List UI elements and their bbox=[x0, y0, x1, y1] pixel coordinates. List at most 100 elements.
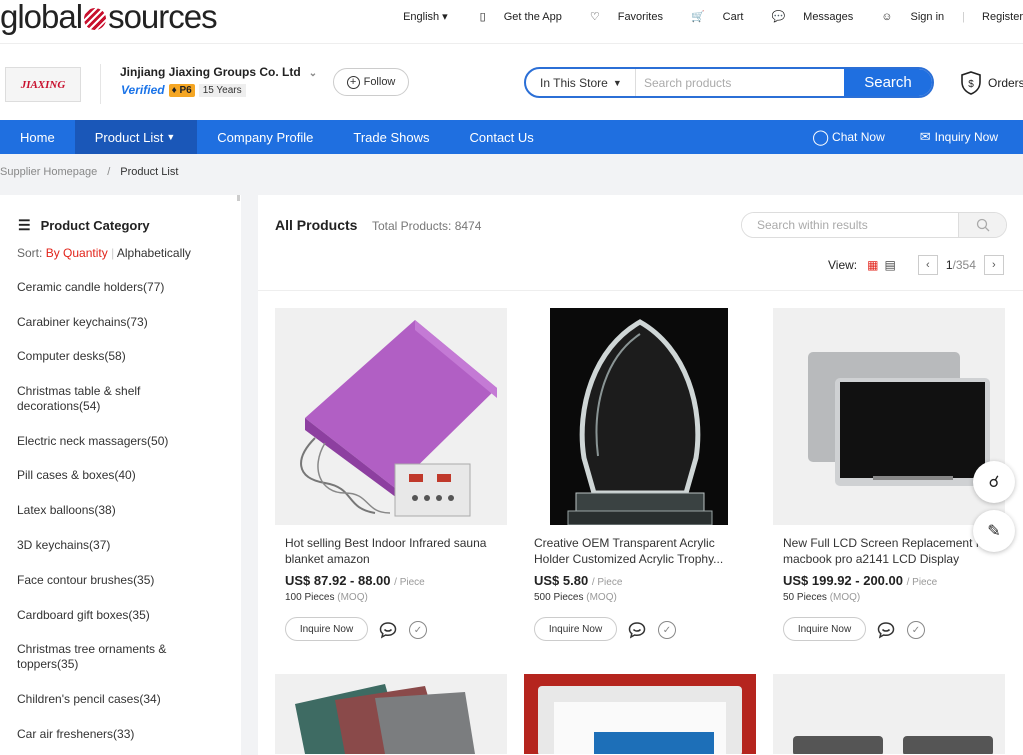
product-title[interactable]: Creative OEM Transparent Acrylic Holder … bbox=[534, 535, 749, 567]
category-item[interactable]: Computer desks(58) bbox=[17, 349, 217, 364]
edit-icon: ✎ bbox=[987, 523, 1001, 540]
product-moq: 100 Pieces (MOQ) bbox=[285, 592, 368, 603]
moq-label: (MOQ) bbox=[586, 592, 617, 603]
chevron-left-icon: ‹ bbox=[925, 259, 930, 271]
price-unit: / Piece bbox=[394, 577, 425, 588]
product-image[interactable] bbox=[773, 308, 1005, 525]
product-list-panel: All Products Total Products: 8474 View: … bbox=[258, 195, 1023, 755]
verified-badge: Verified ♦ P6 15 Years bbox=[121, 83, 246, 97]
price-unit: / Piece bbox=[906, 577, 938, 588]
level-text: P6 bbox=[179, 84, 192, 96]
product-card[interactable]: New Full LCD Screen Replacement for macb… bbox=[773, 308, 1005, 653]
product-card[interactable]: Creative OEM Transparent Acrylic Holder … bbox=[524, 308, 756, 653]
inquire-now-button[interactable]: Inquire Now bbox=[783, 617, 866, 641]
chevron-down-icon[interactable]: ⌄ bbox=[309, 68, 317, 79]
sort-by-quantity[interactable]: By Quantity bbox=[46, 246, 108, 260]
search-button[interactable]: Search bbox=[844, 69, 932, 96]
store-search: In This Store ▼ Search bbox=[524, 67, 934, 98]
chat-icon[interactable] bbox=[877, 621, 895, 639]
product-title[interactable]: Hot selling Best Indoor Infrared sauna b… bbox=[285, 535, 500, 567]
product-image[interactable] bbox=[773, 674, 1005, 754]
product-image[interactable] bbox=[524, 674, 756, 754]
category-item[interactable]: Carabiner keychains(73) bbox=[17, 315, 217, 330]
search-within-input[interactable] bbox=[742, 213, 958, 237]
get-app-link[interactable]: ▯ Get the App bbox=[466, 10, 562, 24]
grid-view-icon[interactable]: ▦ bbox=[867, 258, 878, 272]
orders-link[interactable]: $ Orders bbox=[960, 71, 1023, 95]
messages-link[interactable]: 💬 Messages bbox=[757, 10, 853, 24]
product-image[interactable] bbox=[275, 308, 507, 525]
message-icon: 💬 bbox=[771, 11, 786, 23]
view-label: View: bbox=[828, 258, 858, 272]
scrub-pads-image bbox=[275, 674, 507, 754]
category-item[interactable]: Christmas table & shelf decorations(54) bbox=[17, 384, 157, 414]
category-item[interactable]: Children's pencil cases(34) bbox=[17, 692, 217, 707]
customer-service-button[interactable]: ☌ bbox=[973, 461, 1015, 503]
product-card[interactable]: Hot selling Best Indoor Infrared sauna b… bbox=[275, 308, 507, 653]
compare-check-icon[interactable]: ✓ bbox=[658, 621, 676, 639]
compare-check-icon[interactable]: ✓ bbox=[907, 621, 925, 639]
language-selector[interactable]: English ▾ bbox=[389, 10, 452, 24]
category-item[interactable]: Christmas tree ornaments & toppers(35) bbox=[17, 642, 177, 672]
product-price: US$ 199.92 - 200.00 / Piece bbox=[783, 573, 937, 588]
category-sidebar: ☰ Product Category Sort: By Quantity | Al… bbox=[0, 195, 241, 755]
store-logo[interactable]: JIAXING bbox=[5, 67, 81, 102]
register-link[interactable]: | Register bbox=[948, 10, 1023, 23]
product-price: US$ 87.92 - 88.00 / Piece bbox=[285, 573, 425, 588]
cart-link[interactable]: 🛒 Cart bbox=[677, 10, 743, 24]
compare-check-icon[interactable]: ✓ bbox=[409, 621, 427, 639]
next-page-button[interactable]: › bbox=[983, 255, 1004, 275]
prev-page-button[interactable]: ‹ bbox=[917, 255, 938, 275]
nav-trade-shows[interactable]: Trade Shows bbox=[333, 120, 449, 154]
chevron-right-icon: › bbox=[992, 259, 996, 271]
list-icon: ☰ bbox=[18, 217, 31, 233]
inquire-now-button[interactable]: Inquire Now bbox=[534, 617, 617, 641]
total-products: Total Products: 8474 bbox=[372, 219, 482, 233]
signin-link[interactable]: ☺ Sign in bbox=[867, 10, 944, 23]
store-logo-text: JIAXING bbox=[20, 78, 66, 91]
inquire-now-button[interactable]: Inquire Now bbox=[285, 617, 368, 641]
category-item[interactable]: Electric neck massagers(50) bbox=[17, 434, 217, 449]
product-title[interactable]: New Full LCD Screen Replacement for macb… bbox=[783, 535, 998, 567]
phone-icon: ▯ bbox=[479, 11, 486, 23]
chat-now-link[interactable]: ◯ Chat Now bbox=[812, 128, 896, 146]
sort-alphabetically[interactable]: Alphabetically bbox=[117, 246, 191, 260]
feedback-button[interactable]: ✎ bbox=[973, 510, 1015, 552]
category-item[interactable]: Cardboard gift boxes(35) bbox=[17, 608, 217, 623]
nav-contact-us[interactable]: Contact Us bbox=[449, 120, 553, 154]
chat-icon[interactable] bbox=[628, 621, 646, 639]
category-item[interactable]: Face contour brushes(35) bbox=[17, 573, 217, 588]
search-icon[interactable] bbox=[958, 213, 1006, 237]
category-item[interactable]: 3D keychains(37) bbox=[17, 538, 217, 553]
breadcrumb-home[interactable]: Supplier Homepage bbox=[0, 166, 97, 178]
acrylic-trophy-image bbox=[524, 308, 756, 525]
product-image[interactable] bbox=[524, 308, 756, 525]
search-input[interactable] bbox=[636, 69, 844, 96]
category-item[interactable]: Latex balloons(38) bbox=[17, 503, 217, 518]
globalsources-logo[interactable]: global sources bbox=[0, 0, 218, 34]
product-image[interactable] bbox=[275, 674, 507, 754]
category-item[interactable]: Car air fresheners(33) bbox=[17, 727, 217, 742]
all-products-title: All Products bbox=[275, 217, 358, 233]
supplier-level-badge: ♦ P6 bbox=[168, 83, 195, 97]
category-item[interactable]: Pill cases & boxes(40) bbox=[17, 468, 217, 483]
follow-button[interactable]: + Follow bbox=[333, 68, 409, 96]
nav-product-list[interactable]: Product List ▼ bbox=[74, 120, 198, 154]
nav-actions: ◯ Chat Now ✉ Inquiry Now bbox=[812, 120, 1023, 154]
sidebar-scrollbar[interactable] bbox=[237, 195, 240, 201]
chat-icon[interactable] bbox=[379, 621, 397, 639]
price-value: US$ 5.80 bbox=[534, 573, 589, 588]
company-name-text: Jinjiang Jiaxing Groups Co. Ltd bbox=[120, 65, 301, 79]
company-name[interactable]: Jinjiang Jiaxing Groups Co. Ltd ⌄ bbox=[120, 65, 317, 79]
page-total: /354 bbox=[952, 258, 976, 272]
heart-icon: ♡ bbox=[589, 11, 600, 23]
favorites-link[interactable]: ♡ Favorites bbox=[576, 10, 663, 24]
list-view-icon[interactable]: ▤ bbox=[884, 258, 895, 272]
category-item[interactable]: Ceramic candle holders(77) bbox=[17, 280, 217, 295]
inquiry-now-link[interactable]: ✉ Inquiry Now bbox=[920, 129, 1010, 145]
verified-label: Verified bbox=[121, 83, 165, 97]
search-within-results bbox=[741, 212, 1007, 238]
nav-home[interactable]: Home bbox=[0, 120, 75, 154]
search-scope-dropdown[interactable]: In This Store ▼ bbox=[526, 69, 636, 96]
nav-company-profile[interactable]: Company Profile bbox=[197, 120, 333, 154]
